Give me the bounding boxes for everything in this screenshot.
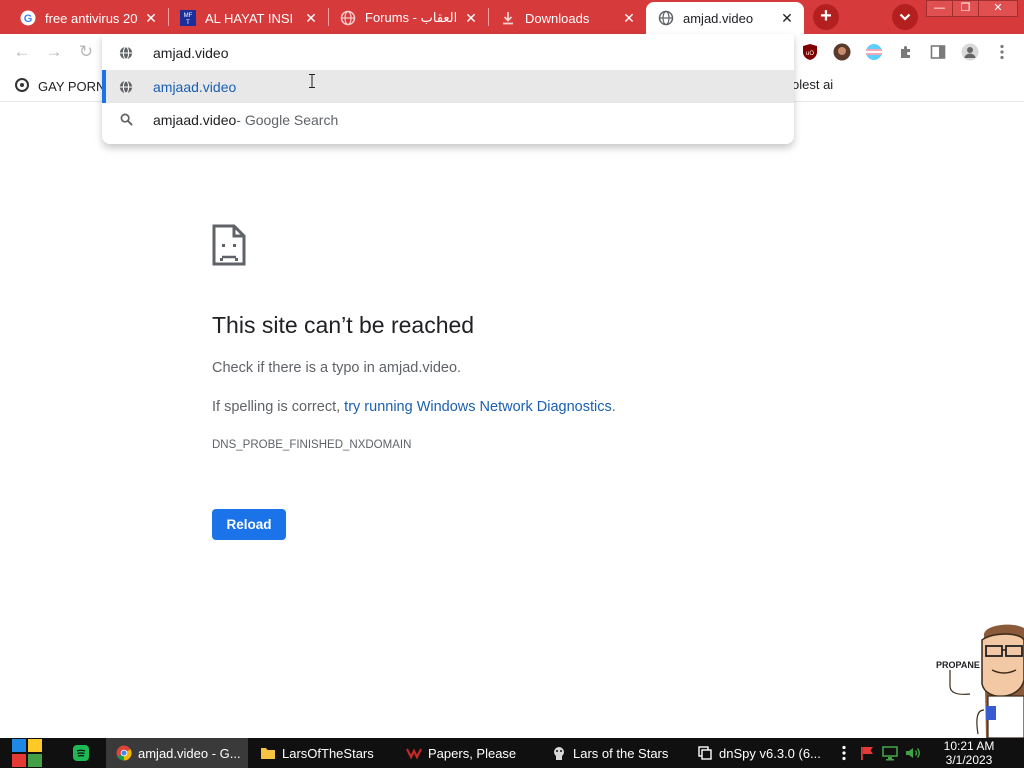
lars-app-icon xyxy=(551,745,567,761)
omnibox-suggestion[interactable]: amjaad.video - Google Search xyxy=(102,103,794,136)
bookmark-item[interactable]: GAY PORN xyxy=(14,77,105,96)
svg-text:G: G xyxy=(24,13,33,25)
spotify-pinned[interactable] xyxy=(68,738,94,768)
taskbar-clock[interactable]: 10:21 AM 3/1/2023 xyxy=(934,739,1004,767)
close-window-button[interactable]: ✕ xyxy=(978,0,1018,17)
chevron-down-icon xyxy=(899,13,911,21)
taskbar-label: Papers, Please xyxy=(428,745,517,761)
tab-downloads[interactable]: Downloads ✕ xyxy=(488,2,646,34)
svg-text:MF: MF xyxy=(184,13,193,19)
svg-text:uO: uO xyxy=(806,51,814,57)
taskbar-item-papers-please[interactable]: Papers, Please xyxy=(396,738,538,768)
kebab-menu-icon[interactable] xyxy=(993,43,1011,61)
sad-page-icon xyxy=(212,224,246,271)
ublock-origin-icon[interactable]: uO xyxy=(801,43,819,61)
taskbar-label: LarsOfTheStars xyxy=(282,745,374,761)
forward-button[interactable]: → xyxy=(44,42,64,62)
tab-close-icon[interactable]: ✕ xyxy=(462,9,480,27)
hank-hill-sticker: PROPANE xyxy=(934,620,1024,739)
omnibox-suggestion[interactable]: amjaad.video xyxy=(102,70,794,103)
globe-icon xyxy=(118,79,134,94)
tab-title: Forums - العقاب xyxy=(365,10,458,25)
tab-search-button[interactable] xyxy=(892,4,918,30)
puzzle-extensions-icon[interactable] xyxy=(897,43,915,61)
volume-icon[interactable] xyxy=(905,745,921,761)
tab-close-icon[interactable]: ✕ xyxy=(620,9,638,27)
bookmark-label: olest ai xyxy=(792,77,834,92)
bookmark-item[interactable]: olest ai xyxy=(792,77,833,92)
tab-title: amjad.video xyxy=(683,10,754,26)
taskbar-item-chrome[interactable]: amjad.video - G... xyxy=(106,738,248,768)
globe-icon xyxy=(118,45,134,60)
taskbar-item-dnspy[interactable]: dnSpy v6.3.0 (6... xyxy=(687,738,829,768)
papers-please-icon xyxy=(406,745,422,761)
new-tab-button[interactable]: + xyxy=(813,4,839,30)
tab-title: Downloads xyxy=(525,10,590,26)
tab-amjad-video[interactable]: amjad.video ✕ xyxy=(646,2,804,34)
omnibox-input-row[interactable]: amjad.video xyxy=(102,36,794,69)
error-hint-diagnostics: If spelling is correct, try running Wind… xyxy=(212,399,616,415)
spotify-icon xyxy=(73,745,89,761)
globe-icon xyxy=(658,10,674,26)
reload-page-button[interactable]: ↻ xyxy=(76,42,96,62)
suggestion-suffix: - Google Search xyxy=(236,111,339,128)
address-input[interactable]: amjad.video xyxy=(153,45,229,61)
tab-al-hayat[interactable]: MF T AL HAYAT INSI ✕ xyxy=(168,2,328,34)
globe-icon xyxy=(340,10,356,26)
profile-avatar-icon[interactable] xyxy=(833,43,851,61)
windows-taskbar: amjad.video - G... LarsOfTheStars Papers… xyxy=(0,738,1024,768)
tab-forums[interactable]: Forums - العقاب ✕ xyxy=(328,2,488,34)
restore-button[interactable]: ❐ xyxy=(952,0,979,17)
tab-title: AL HAYAT INSI xyxy=(205,10,294,26)
suggestion-url: amjaad.video xyxy=(153,78,237,95)
folder-icon xyxy=(260,745,276,761)
minimize-button[interactable]: — xyxy=(926,0,953,17)
dnspy-icon xyxy=(697,745,713,761)
reload-button[interactable]: Reload xyxy=(212,509,286,540)
tab-close-icon[interactable]: ✕ xyxy=(142,9,160,27)
tab-strip: G free antivirus 20 ✕ MF T AL HAYAT INSI … xyxy=(0,0,1024,34)
error-title: This site can’t be reached xyxy=(212,312,475,338)
mft-site-icon: MF T xyxy=(180,10,196,26)
svg-text:T: T xyxy=(186,20,190,26)
taskbar-item-folder[interactable]: LarsOfTheStars xyxy=(250,738,392,768)
download-icon xyxy=(500,10,516,26)
taskbar-label: amjad.video - G... xyxy=(138,745,241,761)
text-cursor-icon xyxy=(309,74,315,88)
taskbar-label: dnSpy v6.3.0 (6... xyxy=(719,745,821,761)
start-button[interactable] xyxy=(10,738,44,768)
diagnostics-prefix: If spelling is correct, xyxy=(212,399,345,415)
bookmark-site-icon xyxy=(14,77,30,96)
tab-close-icon[interactable]: ✕ xyxy=(302,9,320,27)
trans-flag-extension-icon[interactable] xyxy=(865,43,883,61)
error-code: DNS_PROBE_FINISHED_NXDOMAIN xyxy=(212,439,412,451)
taskbar-label: Lars of the Stars xyxy=(573,745,669,761)
network-diagnostics-link[interactable]: try running Windows Network Diagnostics xyxy=(344,399,612,415)
windows-logo-icon xyxy=(12,739,42,767)
search-icon xyxy=(118,113,134,126)
sticker-caption: PROPANE xyxy=(936,660,980,670)
tab-title: free antivirus 20 xyxy=(45,10,138,26)
chrome-icon xyxy=(116,745,132,761)
tab-free-antivirus[interactable]: G free antivirus 20 ✕ xyxy=(8,2,168,34)
side-panel-icon[interactable] xyxy=(929,43,947,61)
omnibox-dropdown: amjad.video amjaad.video amjaad.video - … xyxy=(102,34,794,144)
clock-time: 10:21 AM xyxy=(943,739,995,753)
tab-close-icon[interactable]: ✕ xyxy=(778,9,796,27)
error-hint-typo: Check if there is a typo in amjad.video. xyxy=(212,360,462,376)
taskbar-item-lars[interactable]: Lars of the Stars xyxy=(541,738,683,768)
bookmark-label: GAY PORN xyxy=(38,79,106,94)
network-icon[interactable] xyxy=(882,745,898,761)
tray-overflow-icon[interactable] xyxy=(836,745,852,761)
back-button[interactable]: ← xyxy=(12,42,32,62)
diagnostics-suffix: . xyxy=(611,399,616,415)
google-g-icon: G xyxy=(20,10,36,26)
action-center-flag-icon[interactable] xyxy=(859,745,875,761)
suggestion-query: amjaad.video xyxy=(153,111,237,128)
clock-date: 3/1/2023 xyxy=(945,753,993,767)
account-icon[interactable] xyxy=(961,43,979,61)
